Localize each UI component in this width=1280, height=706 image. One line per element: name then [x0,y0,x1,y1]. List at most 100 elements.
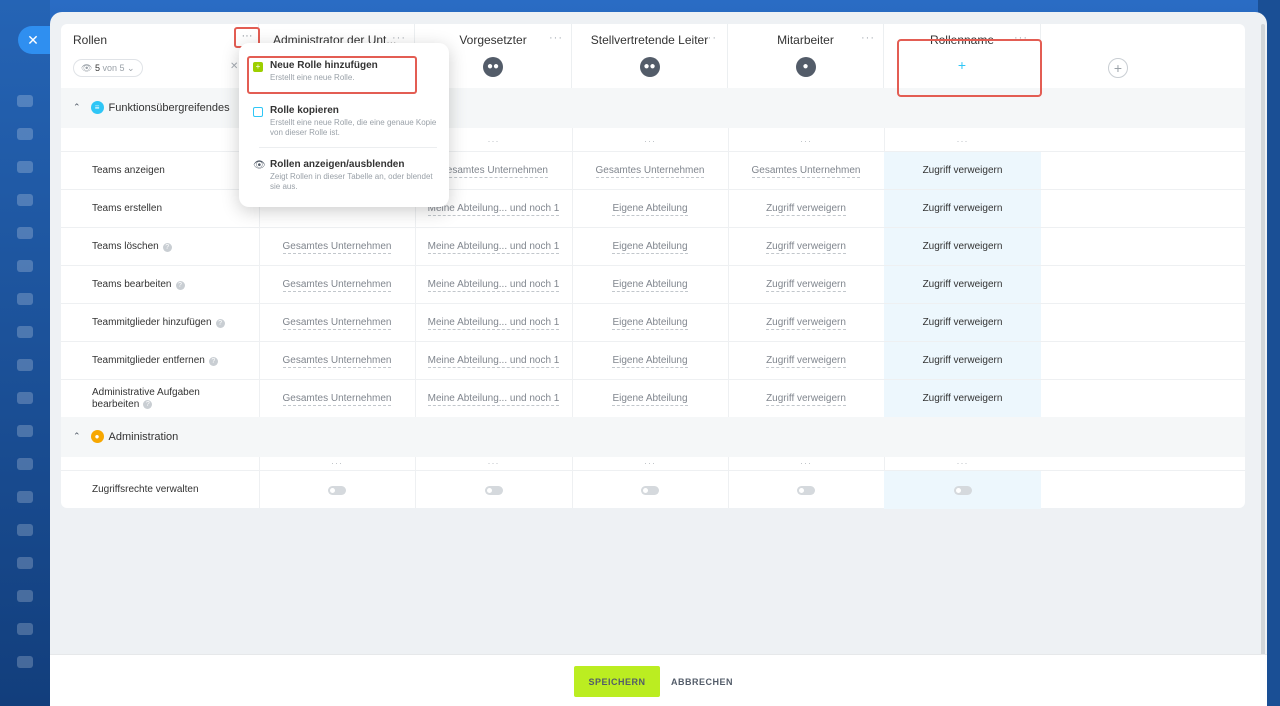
copy-icon [253,107,263,117]
column-dots[interactable]: ··· [728,137,884,150]
column-dots[interactable]: ··· [884,137,1041,150]
help-icon[interactable]: ? [215,318,225,328]
permission-cell[interactable]: Zugriff verweigern [728,266,884,304]
sidebar-icon[interactable] [17,656,33,668]
sidebar-icon[interactable] [17,392,33,404]
left-sidebar [0,0,50,706]
roles-counter-filter[interactable]: 👁 5 von 5 ⌄ [73,59,143,77]
permission-cell[interactable]: Eigene Abteilung [572,190,728,228]
permission-toggle-cell[interactable] [884,471,1041,509]
permission-cell[interactable]: Gesamtes Unternehmen [259,342,415,380]
column-header-stellvertretende[interactable]: Stellvertretende Leiter ··· ●● [572,24,728,88]
permission-cell[interactable]: Meine Abteilung... und noch 1 [415,304,572,342]
sidebar-icon[interactable] [17,359,33,371]
more-dots-icon[interactable]: ··· [861,32,875,44]
sidebar-icon[interactable] [17,128,33,140]
close-icon: ✕ [27,31,39,48]
help-icon[interactable]: ? [208,356,218,366]
permission-cell[interactable]: Gesamtes Unternehmen [259,266,415,304]
sidebar-icon[interactable] [17,425,33,437]
user-avatar-icon: ● [795,57,816,77]
sidebar-icon[interactable] [17,623,33,635]
menu-item-copy-role[interactable]: Rolle kopieren Erstellt eine neue Rolle,… [239,105,449,138]
permission-cell[interactable]: Gesamtes Unternehmen [259,228,415,266]
row-label: Teammitglieder hinzufügen? [92,304,258,342]
permission-cell[interactable]: Zugriff verweigern [884,190,1041,228]
toggle-switch[interactable] [484,485,503,495]
footer-bar: SPEICHERN ABBRECHEN [50,654,1267,706]
permission-cell[interactable]: Gesamtes Unternehmen [259,380,415,418]
permission-cell[interactable]: Zugriff verweigern [728,380,884,418]
permission-cell[interactable]: Meine Abteilung... und noch 1 [415,266,572,304]
clear-icon[interactable]: ✕ [230,61,238,72]
chevron-up-icon[interactable]: ⌃ [73,102,81,113]
permission-cell[interactable]: Meine Abteilung... und noch 1 [415,228,572,266]
close-slider-button[interactable]: ✕ [18,26,52,54]
menu-item-title: Rolle kopieren [270,105,339,116]
table-row: Administrative Aufgaben bearbeiten? Gesa… [61,379,1245,418]
permission-cell[interactable]: Zugriff verweigern [728,190,884,228]
administration-icon: ● [90,430,104,443]
sidebar-icon[interactable] [17,95,33,107]
toggle-switch[interactable] [328,485,346,495]
permission-cell[interactable]: Zugriff verweigern [884,228,1041,266]
sidebar-icon[interactable] [17,227,33,239]
scrollbar[interactable] [1261,24,1265,704]
permission-cell[interactable]: Eigene Abteilung [572,342,728,380]
toggle-switch[interactable] [953,485,972,495]
permission-toggle-cell[interactable] [728,471,884,509]
table-row: Zugriffsrechte verwalten [61,470,1245,509]
permission-cell[interactable]: Zugriff verweigern [884,304,1041,342]
permission-cell[interactable]: Eigene Abteilung [572,380,728,418]
help-icon[interactable]: ? [162,242,172,252]
permission-cell[interactable]: Meine Abteilung... und noch 1 [415,342,572,380]
chevron-up-icon[interactable]: ⌃ [73,431,81,442]
sidebar-icon[interactable] [17,326,33,338]
permission-cell[interactable]: Gesamtes Unternehmen [259,304,415,342]
permission-cell[interactable]: Gesamtes Unternehmen [572,152,728,190]
row-label: Teams löschen? [92,228,258,266]
menu-item-show-hide-roles[interactable]: 👁 Rollen anzeigen/ausblenden Zeigt Rolle… [239,159,449,192]
permission-cell[interactable]: Eigene Abteilung [572,304,728,342]
more-dots-icon[interactable]: ··· [549,32,563,44]
toggle-switch[interactable] [797,485,815,495]
permission-cell[interactable]: Gesamtes Unternehmen [728,152,884,190]
permission-toggle-cell[interactable] [259,471,415,509]
sidebar-icon[interactable] [17,293,33,305]
sidebar-icon[interactable] [17,491,33,503]
toggle-switch[interactable] [641,485,659,495]
permission-cell[interactable]: Zugriff verweigern [884,380,1041,418]
permission-toggle-cell[interactable] [415,471,572,509]
help-icon[interactable]: ? [143,399,153,409]
section-title: Administration [108,430,179,443]
sidebar-icon[interactable] [17,590,33,602]
more-dots-icon[interactable]: ··· [703,32,717,44]
table-row: Teams bearbeiten? Gesamtes Unternehmen M… [61,265,1245,304]
eye-icon: 👁 [81,63,93,73]
column-dots[interactable]: ··· [572,137,728,150]
sidebar-icon[interactable] [17,524,33,536]
permission-cell[interactable]: Meine Abteilung... und noch 1 [415,380,572,418]
column-header-mitarbeiter[interactable]: Mitarbeiter ··· ● [728,24,884,88]
sidebar-icon[interactable] [17,260,33,272]
section-header[interactable]: ⌃ ● Administration [61,417,1245,457]
permission-cell[interactable]: Zugriff verweigern [884,152,1041,190]
permission-cell[interactable]: Zugriff verweigern [728,228,884,266]
permission-cell[interactable]: Eigene Abteilung [572,266,728,304]
permission-cell[interactable]: Zugriff verweigern [728,304,884,342]
help-icon[interactable]: ? [175,280,185,290]
sidebar-icon[interactable] [17,161,33,173]
sidebar-icon[interactable] [17,194,33,206]
cancel-button[interactable]: ABBRECHEN [666,666,738,697]
sidebar-icon[interactable] [17,557,33,569]
permission-cell[interactable]: Eigene Abteilung [572,228,728,266]
add-column-button[interactable]: + [1108,58,1128,78]
chevron-down-icon: ⌄ [127,63,135,73]
permission-cell[interactable]: Zugriff verweigern [728,342,884,380]
sidebar-icon[interactable] [17,458,33,470]
save-button[interactable]: SPEICHERN [574,666,660,697]
permission-cell[interactable]: Zugriff verweigern [884,342,1041,380]
permission-toggle-cell[interactable] [572,471,728,509]
permission-cell[interactable]: Zugriff verweigern [884,266,1041,304]
group-avatar-icon: ●● [639,57,660,77]
